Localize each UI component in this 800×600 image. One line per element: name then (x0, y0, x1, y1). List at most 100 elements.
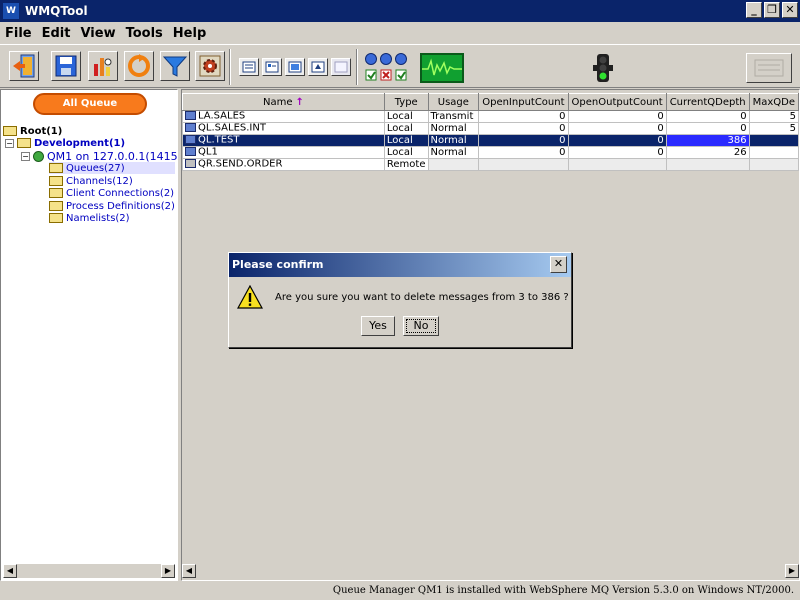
folder-icon (49, 213, 63, 223)
menu-edit[interactable]: Edit (37, 26, 76, 41)
column-header-type[interactable]: Type (383, 93, 429, 111)
exit-button[interactable] (9, 51, 39, 81)
exit-icon (13, 54, 35, 78)
remote-queue-icon (185, 159, 196, 169)
tree-node-label: Namelists(2) (66, 212, 130, 224)
tree-horizontal-scrollbar[interactable]: ◀ ▶ (3, 564, 175, 578)
column-header-name[interactable]: Name ↑ (182, 93, 385, 111)
title-bar: W WMQTool _ ❐ ✕ (0, 0, 800, 22)
refresh-button[interactable] (124, 51, 154, 81)
folder-icon (49, 176, 63, 186)
tree-node-client-connections[interactable]: Client Connections(2) (49, 187, 174, 199)
window-title: WMQTool (25, 4, 88, 18)
collapse-icon[interactable]: − (21, 151, 30, 161)
monitor-button[interactable] (420, 53, 464, 83)
scroll-right-icon[interactable]: ▶ (785, 564, 799, 578)
table-row[interactable]: LA.SALES Local Transmit 0 0 0 5 (182, 110, 799, 123)
text-view-icon (242, 61, 256, 73)
tree-node-label: Channels(12) (66, 175, 133, 187)
dialog-close-button[interactable]: ✕ (550, 256, 567, 273)
refresh-icon (128, 54, 150, 77)
export-icon (311, 61, 325, 73)
local-queue-icon (185, 147, 196, 157)
column-header-open-output-count[interactable]: OpenOutputCount (567, 93, 667, 111)
save-icon (55, 55, 77, 77)
list-view-icon (265, 61, 279, 73)
save-button[interactable] (51, 51, 81, 81)
close-window-button[interactable]: ✕ (782, 2, 798, 18)
minimize-button[interactable]: _ (746, 2, 762, 18)
sort-ascending-icon: ↑ (295, 96, 304, 108)
queue-manager-tree-panel: All Queue Managers Root(1) − Development… (0, 89, 182, 581)
menu-help[interactable]: Help (168, 26, 211, 41)
table-row[interactable]: QL.SALES.INT Local Normal 0 0 0 5 (182, 122, 799, 135)
tree-node-queues[interactable]: Queues(27) (49, 162, 175, 174)
column-header-open-input-count[interactable]: OpenInputCount (478, 93, 569, 111)
table-horizontal-scrollbar[interactable]: ◀ ▶ (182, 564, 799, 578)
column-header-usage[interactable]: Usage (427, 93, 480, 111)
restore-button[interactable]: ❐ (764, 2, 780, 18)
toolbar-separator (229, 49, 231, 85)
warning-icon (237, 285, 263, 309)
tree-node-qm1[interactable]: − QM1 on 127.0.0.1(1415) (21, 149, 182, 163)
menu-bar: File Edit View Tools Help (0, 22, 800, 44)
disabled-panel-button[interactable] (746, 53, 792, 83)
menu-tools[interactable]: Tools (121, 26, 168, 41)
tree-node-development[interactable]: − Development(1) (5, 137, 125, 149)
all-queue-managers-button[interactable]: All Queue Managers (33, 93, 147, 127)
disabled-panel-icon (754, 59, 784, 77)
text-view-button[interactable] (239, 58, 259, 76)
local-queue-icon (185, 123, 196, 133)
folder-icon (17, 138, 31, 148)
collapse-icon[interactable]: − (5, 138, 14, 148)
tree-node-label: Client Connections(2) (66, 187, 175, 199)
tree-node-channels[interactable]: Channels(12) (49, 175, 133, 187)
dialog-title: Please confirm (232, 258, 324, 271)
menu-view[interactable]: View (75, 26, 120, 41)
yes-button[interactable]: Yes (361, 316, 395, 336)
blank-icon (334, 61, 348, 73)
detail-view-icon (288, 61, 302, 73)
folder-icon (49, 188, 63, 198)
dialog-message: Are you sure you want to delete messages… (275, 292, 569, 303)
detail-view-button[interactable] (285, 58, 305, 76)
queue-table: Name ↑ Type Usage OpenInputCount OpenOutp… (182, 93, 799, 171)
filter-button[interactable] (160, 51, 190, 81)
gear-icon (199, 55, 221, 77)
tree-node-namelists[interactable]: Namelists(2) (49, 212, 130, 224)
column-header-current-q-depth[interactable]: CurrentQDepth (665, 93, 750, 111)
dialog-title-bar: Please confirm ✕ (229, 253, 571, 277)
tree-node-label: Queues(27) (66, 162, 125, 174)
app-logo-icon: W (3, 3, 19, 19)
tree-node-root[interactable]: Root(1) (3, 125, 62, 137)
toolbar (0, 44, 800, 88)
queue-manager-icon (33, 150, 44, 162)
tree-node-label: Development(1) (34, 137, 126, 149)
table-row[interactable]: QL1 Local Normal 0 0 26 (182, 146, 799, 159)
export-button[interactable] (308, 58, 328, 76)
traffic-light-icon (593, 54, 613, 82)
traffic-light (593, 53, 613, 83)
status-lights-button[interactable] (363, 51, 411, 83)
folder-icon (3, 126, 17, 136)
column-header-max-q-depth[interactable]: MaxQDe (748, 93, 799, 111)
filter-icon (162, 56, 188, 77)
settings-button[interactable] (195, 51, 225, 81)
list-view-button[interactable] (262, 58, 282, 76)
scroll-left-icon[interactable]: ◀ (3, 564, 17, 578)
no-button[interactable]: No (403, 316, 439, 336)
folder-icon (49, 163, 63, 173)
scroll-right-icon[interactable]: ▶ (161, 564, 175, 578)
local-queue-icon (185, 111, 196, 121)
menu-file[interactable]: File (0, 26, 37, 41)
tree-node-label: Process Definitions(2) (66, 200, 175, 212)
chart-button[interactable] (88, 51, 118, 81)
tree-node-label: QM1 on 127.0.0.1(1415) (47, 149, 182, 163)
monitor-icon (422, 58, 462, 76)
scroll-left-icon[interactable]: ◀ (182, 564, 196, 578)
table-row[interactable]: QR.SEND.ORDER Remote (182, 158, 799, 171)
toolbar-separator (356, 49, 358, 85)
blank-view-button[interactable] (331, 58, 351, 76)
tree-node-process-definitions[interactable]: Process Definitions(2) (49, 200, 175, 212)
table-row-selected[interactable]: QL.TEST Local Normal 0 0 386 (182, 134, 799, 147)
